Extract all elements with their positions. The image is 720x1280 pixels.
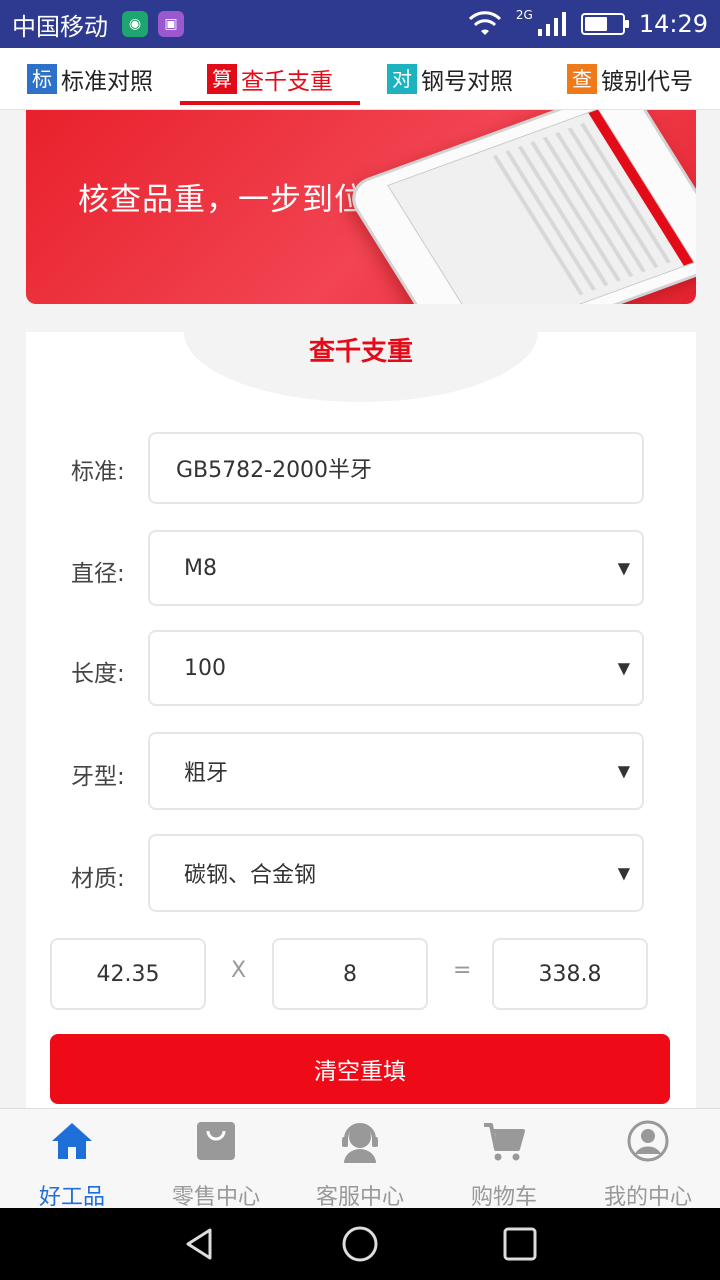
nav-retail[interactable]: 零售中心 [144,1109,288,1210]
reset-button[interactable]: 清空重填 [50,1034,670,1104]
calc-card: 查千支重 标准: GB5782-2000半牙 直径: M8 ▼ 长度: 100 … [26,332,696,1108]
tab-label: 查千支重 [241,68,333,95]
tab-badge: 算 [207,63,237,94]
gallery-app-icon: ▣ [158,11,184,37]
nav-home[interactable]: 好工品 [0,1109,144,1210]
nav-label: 好工品 [38,1185,105,1210]
nav-label: 零售中心 [171,1185,260,1210]
tab-label: 镀别代号 [601,68,693,95]
material-select[interactable]: 碳钢、合金钢 ▼ [148,834,644,912]
material-value: 碳钢、合金钢 [184,863,317,888]
system-nav-bar [0,1208,720,1280]
card-title: 查千支重 [308,337,413,367]
eye-app-icon: ◉ [122,11,148,37]
network-type: 2G [515,8,533,22]
battery-icon [580,13,629,35]
clock: 14:29 [638,10,708,38]
quantity-field[interactable]: 8 [272,938,428,1010]
dropdown-arrow-icon: ▼ [617,558,630,578]
cart-icon [484,1123,525,1161]
thread-select[interactable]: 粗牙 ▼ [148,732,644,810]
nav-label: 客服中心 [315,1185,404,1210]
nav-label: 我的中心 [603,1185,692,1210]
equals-sign: = [453,958,472,983]
phone-illustration [341,110,696,304]
length-value: 100 [184,655,226,681]
thread-value: 粗牙 [184,761,229,786]
tab-badge: 对 [387,63,417,94]
banner-text: 核查品重，一步到位 [78,182,366,218]
multiply-sign: X [231,958,247,983]
unit-weight-value: 42.35 [96,961,160,987]
nav-profile[interactable]: 我的中心 [576,1109,720,1210]
tab-badge: 标 [27,63,57,94]
headset-icon [342,1123,378,1163]
dropdown-arrow-icon: ▼ [617,863,630,883]
diameter-value: M8 [184,555,217,581]
top-tabs: 标 标准对照 算 查千支重 对 钢号对照 查 镀别代号 [0,48,720,110]
wifi-icon [468,11,501,35]
diameter-label: 直径: [71,561,125,587]
result-field[interactable]: 338.8 [492,938,648,1010]
material-label: 材质: [71,866,125,892]
tab-plating-code[interactable]: 查 镀别代号 [540,48,720,109]
home-icon [52,1123,92,1159]
back-icon[interactable] [180,1224,220,1264]
tab-label: 钢号对照 [421,68,513,95]
standard-field[interactable]: GB5782-2000半牙 [148,432,644,504]
result-value: 338.8 [538,961,602,987]
promo-banner[interactable]: 核查品重，一步到位 [26,110,696,304]
tab-standard-compare[interactable]: 标 标准对照 [0,48,180,109]
nav-service[interactable]: 客服中心 [288,1109,432,1210]
bag-icon [197,1122,235,1160]
recent-apps-icon[interactable] [500,1224,540,1264]
thread-label: 牙型: [71,764,125,790]
signal-icon [537,12,566,36]
length-select[interactable]: 100 ▼ [148,630,644,706]
tab-weight-calc[interactable]: 算 查千支重 [180,48,360,109]
unit-weight-field[interactable]: 42.35 [50,938,206,1010]
dropdown-arrow-icon: ▼ [617,761,630,781]
nav-label: 购物车 [470,1185,537,1210]
user-icon [627,1120,669,1162]
quantity-value: 8 [343,961,357,987]
standard-value: GB5782-2000半牙 [176,458,373,483]
tab-steel-compare[interactable]: 对 钢号对照 [360,48,540,109]
status-bar: 中国移动 ◉ ▣ 2G 14:29 [0,0,720,48]
tab-label: 标准对照 [61,68,153,95]
home-button-icon[interactable] [340,1224,380,1264]
dropdown-arrow-icon: ▼ [617,658,630,678]
length-label: 长度: [71,661,125,687]
standard-label: 标准: [71,459,125,485]
diameter-select[interactable]: M8 ▼ [148,530,644,606]
carrier-name: 中国移动 [12,12,108,41]
bottom-nav: 好工品 零售中心 客服中心 购物车 我的中心 [0,1108,720,1210]
nav-cart[interactable]: 购物车 [432,1109,576,1210]
tab-badge: 查 [567,63,597,94]
